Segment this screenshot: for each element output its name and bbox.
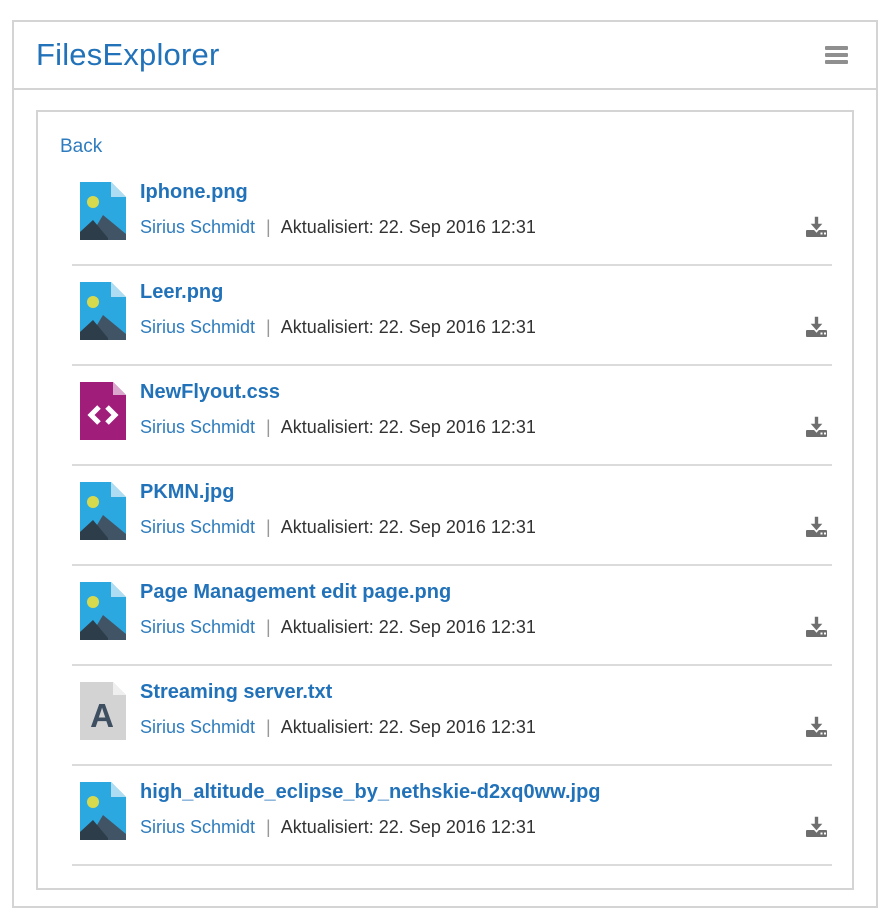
file-meta: Sirius Schmidt | Aktualisiert: 22. Sep 2… bbox=[140, 516, 536, 538]
file-owner-link[interactable]: Sirius Schmidt bbox=[140, 717, 255, 737]
download-icon bbox=[803, 326, 830, 341]
svg-text:A: A bbox=[90, 697, 114, 734]
file-row: NewFlyout.css Sirius Schmidt | Aktualisi… bbox=[72, 366, 832, 466]
meta-separator: | bbox=[266, 517, 271, 537]
hamburger-menu-button[interactable] bbox=[823, 44, 850, 66]
download-icon bbox=[803, 426, 830, 441]
meta-separator: | bbox=[266, 217, 271, 237]
meta-separator: | bbox=[266, 317, 271, 337]
file-owner-link[interactable]: Sirius Schmidt bbox=[140, 517, 255, 537]
file-owner-link[interactable]: Sirius Schmidt bbox=[140, 417, 255, 437]
image-file-icon bbox=[80, 582, 126, 640]
image-file-icon bbox=[80, 182, 126, 240]
app-header: FilesExplorer bbox=[14, 22, 876, 90]
download-button[interactable] bbox=[801, 815, 832, 838]
file-name-link[interactable]: Iphone.png bbox=[140, 180, 248, 204]
file-name-link[interactable]: Streaming server.txt bbox=[140, 680, 332, 704]
download-button[interactable] bbox=[801, 615, 832, 638]
image-file-icon bbox=[80, 482, 126, 540]
file-updated-text: Aktualisiert: 22. Sep 2016 12:31 bbox=[281, 617, 536, 637]
download-icon bbox=[803, 826, 830, 841]
file-updated-text: Aktualisiert: 22. Sep 2016 12:31 bbox=[281, 317, 536, 337]
download-button[interactable] bbox=[801, 715, 832, 738]
file-name-link[interactable]: Leer.png bbox=[140, 280, 223, 304]
file-owner-link[interactable]: Sirius Schmidt bbox=[140, 217, 255, 237]
file-name-link[interactable]: high_altitude_eclipse_by_nethskie-d2xq0w… bbox=[140, 780, 601, 804]
file-row: A Streaming server.txt Sirius Schmidt | … bbox=[72, 666, 832, 766]
meta-separator: | bbox=[266, 617, 271, 637]
files-explorer-window: FilesExplorer Back Iphone.png Sirius Sch… bbox=[12, 20, 878, 908]
file-owner-link[interactable]: Sirius Schmidt bbox=[140, 617, 255, 637]
file-info: high_altitude_eclipse_by_nethskie-d2xq0w… bbox=[140, 778, 601, 838]
file-row: PKMN.jpg Sirius Schmidt | Aktualisiert: … bbox=[72, 466, 832, 566]
file-row: Page Management edit page.png Sirius Sch… bbox=[72, 566, 832, 666]
image-file-icon bbox=[80, 282, 126, 340]
download-button[interactable] bbox=[801, 415, 832, 438]
file-name-link[interactable]: PKMN.jpg bbox=[140, 480, 234, 504]
file-owner-link[interactable]: Sirius Schmidt bbox=[140, 817, 255, 837]
meta-separator: | bbox=[266, 717, 271, 737]
file-name-link[interactable]: NewFlyout.css bbox=[140, 380, 280, 404]
file-info: Leer.png Sirius Schmidt | Aktualisiert: … bbox=[140, 278, 536, 338]
file-updated-text: Aktualisiert: 22. Sep 2016 12:31 bbox=[281, 717, 536, 737]
download-button[interactable] bbox=[801, 515, 832, 538]
file-meta: Sirius Schmidt | Aktualisiert: 22. Sep 2… bbox=[140, 216, 536, 238]
page-title: FilesExplorer bbox=[36, 37, 219, 73]
hamburger-icon bbox=[825, 60, 848, 64]
text-file-icon: A bbox=[80, 682, 126, 740]
file-info: PKMN.jpg Sirius Schmidt | Aktualisiert: … bbox=[140, 478, 536, 538]
file-meta: Sirius Schmidt | Aktualisiert: 22. Sep 2… bbox=[140, 716, 536, 738]
file-list: Iphone.png Sirius Schmidt | Aktualisiert… bbox=[72, 166, 832, 866]
code-file-icon bbox=[80, 382, 126, 440]
download-icon bbox=[803, 726, 830, 741]
file-updated-text: Aktualisiert: 22. Sep 2016 12:31 bbox=[281, 417, 536, 437]
download-button[interactable] bbox=[801, 215, 832, 238]
file-updated-text: Aktualisiert: 22. Sep 2016 12:31 bbox=[281, 517, 536, 537]
file-list-panel: Back Iphone.png Sirius Schmidt | Aktuali… bbox=[36, 110, 854, 890]
file-updated-text: Aktualisiert: 22. Sep 2016 12:31 bbox=[281, 217, 536, 237]
download-button[interactable] bbox=[801, 315, 832, 338]
file-info: NewFlyout.css Sirius Schmidt | Aktualisi… bbox=[140, 378, 536, 438]
meta-separator: | bbox=[266, 817, 271, 837]
file-name-link[interactable]: Page Management edit page.png bbox=[140, 580, 451, 604]
file-updated-text: Aktualisiert: 22. Sep 2016 12:31 bbox=[281, 817, 536, 837]
file-info: Streaming server.txt Sirius Schmidt | Ak… bbox=[140, 678, 536, 738]
download-icon bbox=[803, 626, 830, 641]
file-info: Iphone.png Sirius Schmidt | Aktualisiert… bbox=[140, 178, 536, 238]
file-row: Iphone.png Sirius Schmidt | Aktualisiert… bbox=[72, 166, 832, 266]
hamburger-icon bbox=[825, 46, 848, 50]
file-meta: Sirius Schmidt | Aktualisiert: 22. Sep 2… bbox=[140, 816, 601, 838]
file-info: Page Management edit page.png Sirius Sch… bbox=[140, 578, 536, 638]
file-meta: Sirius Schmidt | Aktualisiert: 22. Sep 2… bbox=[140, 416, 536, 438]
download-icon bbox=[803, 526, 830, 541]
image-file-icon bbox=[80, 782, 126, 840]
download-icon bbox=[803, 226, 830, 241]
back-link[interactable]: Back bbox=[60, 136, 102, 158]
file-meta: Sirius Schmidt | Aktualisiert: 22. Sep 2… bbox=[140, 316, 536, 338]
hamburger-icon bbox=[825, 53, 848, 57]
file-row: high_altitude_eclipse_by_nethskie-d2xq0w… bbox=[72, 766, 832, 866]
file-row: Leer.png Sirius Schmidt | Aktualisiert: … bbox=[72, 266, 832, 366]
file-meta: Sirius Schmidt | Aktualisiert: 22. Sep 2… bbox=[140, 616, 536, 638]
meta-separator: | bbox=[266, 417, 271, 437]
file-owner-link[interactable]: Sirius Schmidt bbox=[140, 317, 255, 337]
